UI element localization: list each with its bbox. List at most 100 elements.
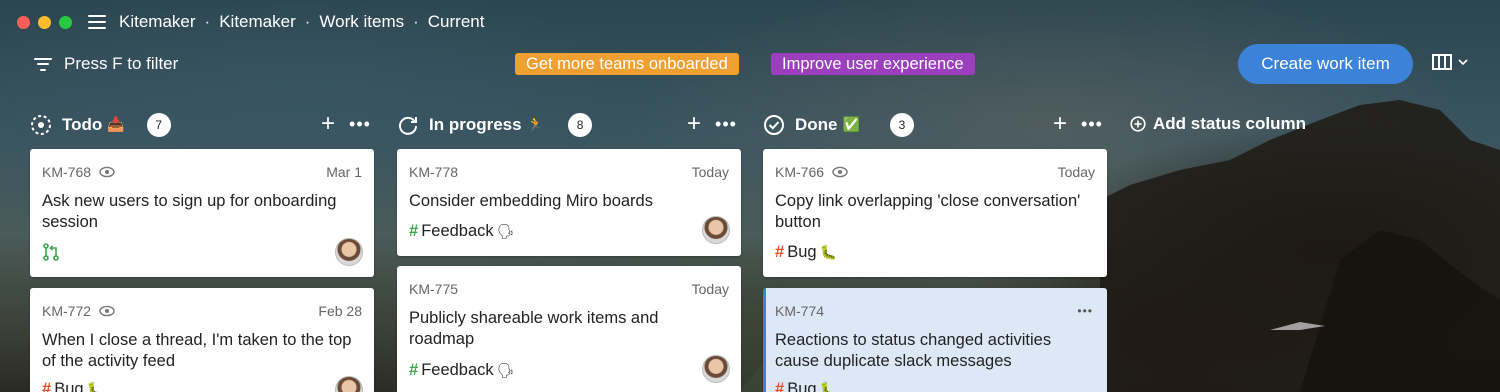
todo-circle-icon: [31, 115, 51, 135]
label-hash-icon: #: [42, 380, 52, 392]
card-label[interactable]: # Feedback 🗣: [409, 222, 514, 241]
column-title: Todo: [62, 115, 103, 134]
breadcrumb-separator: ·: [304, 12, 311, 31]
card-id-text: KM-772: [42, 303, 92, 319]
watch-icon: [832, 166, 848, 178]
label-emoji: 🐛: [86, 381, 104, 392]
create-work-item-button[interactable]: Create work item: [1238, 44, 1413, 84]
column-header-in-progress: In progress 🏃 8: [397, 110, 593, 140]
work-item-card[interactable]: KM-766 Today Copy link overlapping 'clos…: [763, 149, 1107, 277]
toolbar: Press F to filter Get more teams onboard…: [0, 44, 1500, 84]
column-emoji: 📥: [107, 117, 125, 133]
column-emoji: ✅: [842, 117, 860, 133]
add-card-button[interactable]: +: [687, 112, 701, 136]
assignee-avatar[interactable]: [702, 355, 730, 383]
board-view-icon: [1432, 54, 1452, 70]
done-check-icon: [764, 115, 784, 135]
column-actions: + •••: [687, 112, 737, 136]
add-card-button[interactable]: +: [321, 112, 335, 136]
work-item-card[interactable]: KM-778 Today Consider embedding Miro boa…: [397, 149, 741, 256]
column-title: Done: [795, 115, 838, 134]
label-emoji: 🐛: [819, 244, 837, 261]
label-hash-icon: #: [409, 361, 419, 379]
card-label[interactable]: # Feedback 🗣: [409, 361, 514, 380]
card-id-text: KM-768: [42, 164, 92, 180]
column-header-done: Done ✅ 3: [763, 110, 914, 140]
menu-icon[interactable]: [88, 15, 106, 29]
column-emoji: 🏃: [526, 117, 545, 133]
work-item-card-selected[interactable]: KM-774 ••• Reactions to status changed a…: [763, 288, 1107, 392]
card-date: Mar 1: [326, 164, 362, 180]
watch-icon: [99, 305, 115, 317]
label-text: Feedback: [421, 361, 494, 379]
minimize-window-button[interactable]: [38, 15, 51, 29]
column-count-badge: 7: [146, 113, 171, 137]
assignee-avatar[interactable]: [335, 238, 363, 266]
add-status-label: Add status column: [1153, 114, 1307, 133]
card-label[interactable]: # Bug 🐛: [42, 380, 104, 392]
card-title: Copy link overlapping 'close conversatio…: [775, 192, 1081, 231]
plus-circle-icon: [1130, 116, 1146, 132]
card-label[interactable]: # Bug 🐛: [775, 380, 837, 392]
card-title: Reactions to status changed activities c…: [775, 331, 1052, 370]
initiative-tag[interactable]: Improve user experience: [771, 53, 975, 75]
breadcrumb-separator: ·: [413, 12, 419, 31]
breadcrumb-item[interactable]: Current: [428, 12, 485, 32]
column-actions: + •••: [1053, 112, 1103, 136]
card-more-button[interactable]: •••: [1077, 302, 1093, 320]
card-id: KM-768: [42, 164, 115, 180]
label-emoji: 🐛: [819, 381, 837, 392]
label-emoji: 🗣: [496, 223, 515, 240]
column-actions: + •••: [321, 112, 371, 136]
breadcrumb-item[interactable]: Kitemaker: [119, 12, 196, 32]
card-date: Today: [691, 281, 729, 297]
breadcrumb-separator: ·: [204, 12, 211, 31]
title-bar: Kitemaker · Kitemaker · Work items · Cur…: [0, 0, 1500, 44]
card-title: Ask new users to sign up for onboarding …: [42, 192, 337, 231]
pull-request-icon: [43, 243, 59, 261]
card-id-text: KM-775: [409, 281, 459, 297]
add-card-button[interactable]: +: [1053, 112, 1067, 136]
view-mode-toggle[interactable]: [1432, 54, 1468, 70]
work-item-card[interactable]: KM-775 Today Publicly shareable work ite…: [397, 266, 741, 392]
work-item-card[interactable]: KM-772 Feb 28 When I close a thread, I'm…: [30, 288, 374, 392]
card-date: Today: [1057, 164, 1095, 180]
zoom-window-button[interactable]: [59, 15, 72, 29]
breadcrumb-item[interactable]: Work items: [319, 12, 404, 32]
label-hash-icon: #: [775, 380, 785, 392]
card-id: KM-766: [775, 164, 848, 180]
column-title: In progress: [429, 115, 522, 134]
column-count-badge: 8: [568, 113, 593, 137]
chevron-down-icon: [1458, 59, 1468, 65]
add-status-column-button[interactable]: Add status column: [1130, 114, 1306, 134]
column-more-button[interactable]: •••: [715, 115, 737, 133]
card-id: KM-772: [42, 303, 115, 319]
label-text: Bug: [787, 380, 817, 392]
label-hash-icon: #: [775, 243, 785, 261]
column-more-button[interactable]: •••: [1081, 115, 1103, 133]
card-title: Consider embedding Miro boards: [409, 192, 653, 210]
column-more-button[interactable]: •••: [349, 115, 371, 133]
initiative-tag[interactable]: Get more teams onboarded: [515, 53, 739, 75]
card-label[interactable]: # Bug 🐛: [775, 243, 837, 262]
watch-icon: [99, 166, 115, 178]
card-id-text: KM-778: [409, 164, 459, 180]
work-item-card[interactable]: KM-768 Mar 1 Ask new users to sign up fo…: [30, 149, 374, 277]
card-id-text: KM-774: [775, 303, 825, 319]
card-date: Today: [691, 164, 729, 180]
filter-label: Press F to filter: [64, 54, 179, 73]
breadcrumb-item[interactable]: Kitemaker: [219, 12, 296, 32]
assignee-avatar[interactable]: [335, 376, 363, 392]
in-progress-icon: [399, 116, 417, 135]
label-emoji: 🗣: [496, 362, 515, 379]
card-title: Publicly shareable work items and roadma…: [409, 309, 659, 348]
breadcrumb: Kitemaker · Kitemaker · Work items · Cur…: [119, 12, 484, 32]
assignee-avatar[interactable]: [702, 216, 730, 244]
card-id: KM-775: [409, 281, 458, 297]
card-date: Feb 28: [318, 303, 362, 319]
label-text: Bug: [54, 380, 84, 392]
window-controls: [17, 15, 72, 29]
label-text: Bug: [787, 243, 817, 261]
filter-button[interactable]: Press F to filter: [34, 54, 178, 74]
close-window-button[interactable]: [17, 15, 30, 29]
